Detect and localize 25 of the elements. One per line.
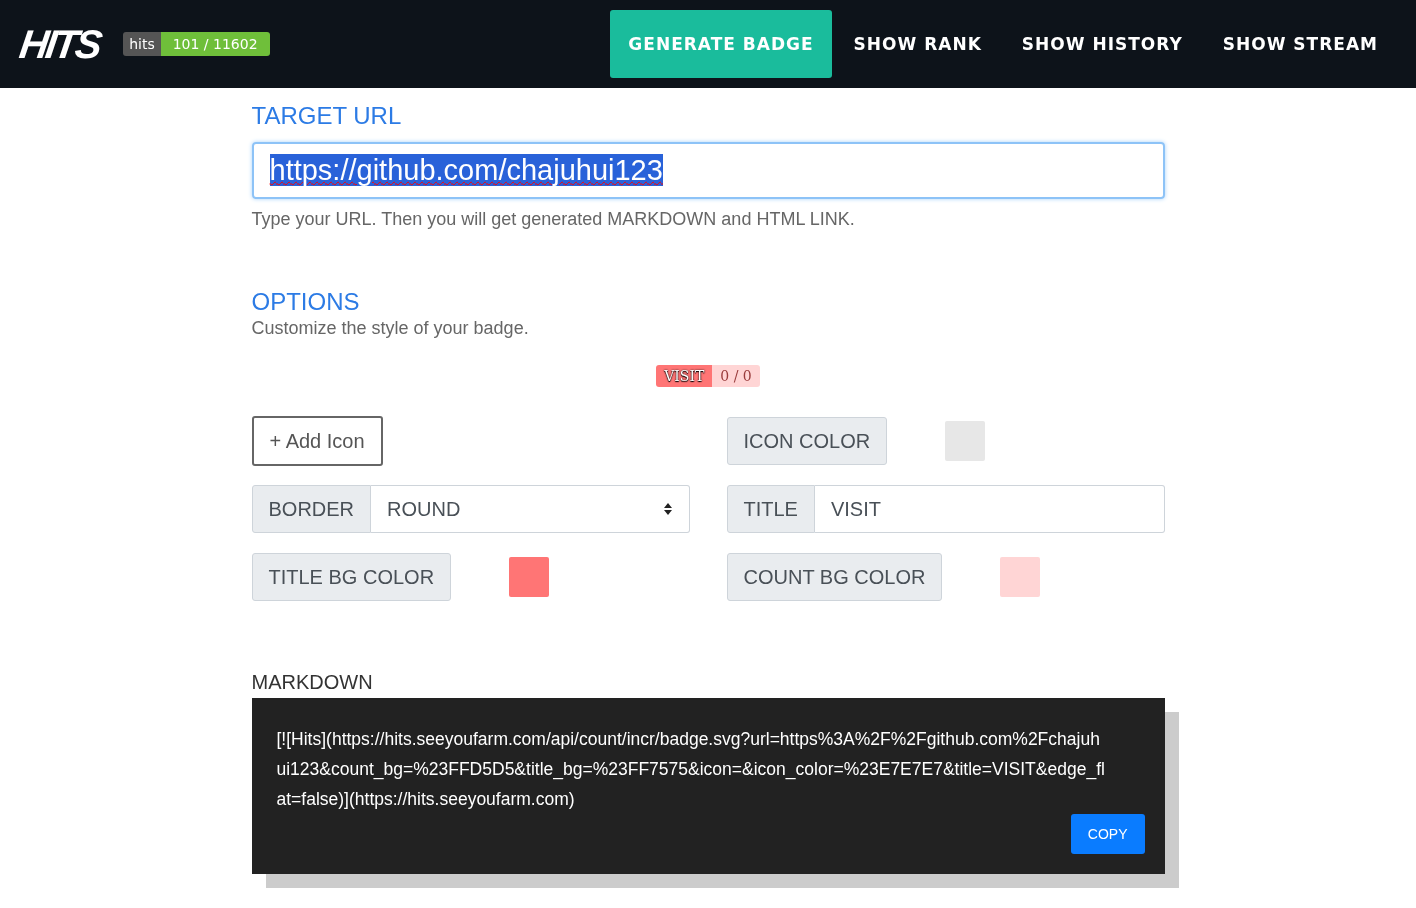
color-label: TITLE BG COLOR bbox=[251, 553, 452, 601]
select-label: BORDER bbox=[251, 485, 372, 533]
color-swatch[interactable] bbox=[509, 557, 550, 597]
badge-preview: VISIT 0 / 0 bbox=[656, 365, 760, 387]
sort-caret-icon bbox=[662, 502, 673, 516]
nav-link[interactable]: SHOW STREAM bbox=[1204, 10, 1396, 78]
logo[interactable]: HITS bbox=[16, 21, 103, 67]
input-label: TITLE bbox=[726, 485, 815, 533]
color-label: ICON COLOR bbox=[726, 417, 888, 465]
section-heading: OPTIONS bbox=[251, 288, 361, 316]
url-field[interactable]: https://github.com/chajuhui123 bbox=[251, 142, 1165, 199]
nav-link[interactable]: SHOW RANK bbox=[835, 10, 1000, 78]
title-input[interactable]: VISIT bbox=[814, 485, 1165, 533]
copy-button[interactable]: COPY bbox=[1070, 814, 1145, 854]
color-label: COUNT BG COLOR bbox=[726, 553, 943, 601]
help-text: Type your URL. Then you will get generated MARKDOWN and HTML LINK. bbox=[251, 209, 856, 230]
section-subtitle: Customize the style of your badge. bbox=[251, 318, 530, 339]
color-swatch[interactable] bbox=[945, 421, 986, 461]
markdown-code: [![Hits](https://hits.seeyoufarm.com/api/count/incr/badge.svg?url=https%3A%2F%2Fgithub.com%2Fchajuhui123&count_bg=%23FFD5D5&title_bg=%23FF7575&icon=&icon_color=%23E7E7E7&title=VISIT&edge_flat=false)](https://hits.seeyoufarm.com) bbox=[276, 728, 1106, 811]
section-heading: TARGET URL bbox=[251, 102, 403, 130]
color-swatch[interactable] bbox=[1000, 557, 1041, 597]
add-icon-button[interactable]: + Add Icon bbox=[251, 416, 383, 466]
border-select[interactable]: ROUND bbox=[371, 485, 690, 533]
nav-link[interactable]: SHOW HISTORY bbox=[1003, 10, 1201, 78]
markdown-label: MARKDOWN bbox=[251, 671, 374, 694]
